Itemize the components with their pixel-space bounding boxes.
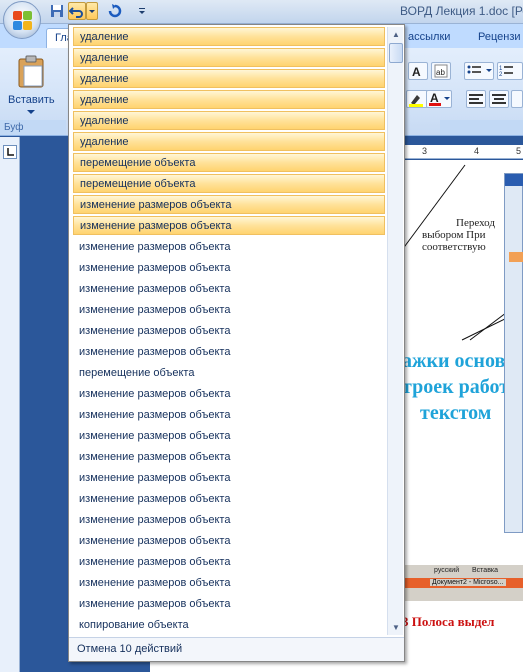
save-icon <box>51 5 63 17</box>
numbering-button[interactable]: 12 <box>497 62 523 80</box>
undo-button[interactable] <box>68 2 86 20</box>
scroll-thumb[interactable] <box>389 43 403 63</box>
window-title: ВОРД Лекция 1.doc [Реж <box>400 4 523 18</box>
ruler-number: 5 <box>516 146 522 156</box>
undo-history-item[interactable]: изменение размеров объекта <box>73 553 385 572</box>
tab-stop-icon <box>7 148 14 156</box>
undo-history-item[interactable]: изменение размеров объекта <box>73 406 385 425</box>
scroll-up-button[interactable]: ▲ <box>389 28 403 41</box>
align-left-button[interactable] <box>466 90 486 108</box>
clipboard-icon <box>18 55 44 88</box>
undo-history-item[interactable]: перемещение объекта <box>73 153 385 173</box>
undo-history-item[interactable]: изменение размеров объекта <box>73 238 385 257</box>
undo-history-item[interactable]: изменение размеров объекта <box>73 511 385 530</box>
svg-text:ab: ab <box>436 68 445 77</box>
doc-heading-line: ажки основ <box>402 350 506 372</box>
undo-history-item[interactable]: удаление <box>73 132 385 152</box>
embedded-screenshot-dialog <box>504 173 523 533</box>
undo-history-list: удаление удаление удаление удаление удаление… <box>71 27 386 659</box>
title-bar: ВОРД Лекция 1.doc [Реж <box>0 0 523 24</box>
undo-history-item[interactable]: изменение размеров объекта <box>73 595 385 614</box>
font-color-button[interactable]: A <box>426 90 452 108</box>
tab-mailings[interactable]: ассылки <box>400 28 458 48</box>
svg-text:A: A <box>430 91 439 105</box>
embedded-taskbar: русский Вставка Документ2 - Microso... <box>400 565 523 601</box>
vertical-ruler <box>0 137 20 672</box>
office-logo-icon <box>13 11 33 31</box>
change-case-button[interactable]: ab <box>431 62 451 80</box>
undo-history-item[interactable]: изменение размеров объекта <box>73 216 385 236</box>
align-center-icon <box>492 94 506 104</box>
chevron-down-icon <box>139 8 145 14</box>
undo-history-item[interactable]: изменение размеров объекта <box>73 469 385 488</box>
paragraph-group-caption <box>440 120 523 135</box>
align-left-icon <box>469 94 483 104</box>
undo-history-item[interactable]: перемещение объекта <box>73 364 385 383</box>
chevron-down-icon <box>89 10 95 13</box>
highlight-icon <box>409 95 423 107</box>
svg-text:2: 2 <box>499 72 503 78</box>
undo-list-scrollbar[interactable]: ▲ ▼ <box>387 27 403 635</box>
horizontal-ruler: 3 4 5 <box>400 145 523 159</box>
save-button[interactable] <box>48 2 66 20</box>
ruler-number: 3 <box>422 146 428 156</box>
doc-text-line: выбором При <box>422 229 486 241</box>
undo-history-item[interactable]: изменение размеров объекта <box>73 427 385 446</box>
taskbar-doc: Документ2 - Microso... <box>430 579 506 586</box>
taskbar-insert: Вставка <box>472 567 499 574</box>
undo-history-item[interactable]: изменение размеров объекта <box>73 343 385 362</box>
clipboard-group-caption: Буф <box>0 120 66 135</box>
undo-history-item[interactable]: удаление <box>73 90 385 110</box>
undo-history-item[interactable]: удаление <box>73 111 385 131</box>
undo-history-item[interactable]: изменение размеров объекта <box>73 574 385 593</box>
font-color-icon: A <box>429 91 450 106</box>
undo-count-footer: Отмена 10 действий <box>69 637 404 661</box>
bullets-icon <box>467 65 492 74</box>
doc-text-line: соответствую <box>422 241 486 253</box>
ruler-number: 4 <box>474 146 480 156</box>
undo-history-item[interactable]: изменение размеров объекта <box>73 448 385 467</box>
doc-text-line: Переход <box>456 217 495 229</box>
customize-toolbar-button[interactable] <box>136 2 148 20</box>
chevron-down-icon <box>27 110 35 114</box>
undo-dropdown-button[interactable] <box>86 2 98 20</box>
scroll-down-button[interactable]: ▼ <box>389 621 403 634</box>
undo-history-item[interactable]: изменение размеров объекта <box>73 301 385 320</box>
align-right-button[interactable] <box>511 90 523 108</box>
undo-history-item[interactable]: изменение размеров объекта <box>73 322 385 341</box>
highlight-button[interactable] <box>406 90 428 108</box>
doc-heading-line: текстом <box>420 402 492 424</box>
doc-heading-line: троек работ <box>402 376 510 398</box>
undo-history-dropdown: удаление удаление удаление удаление удаление… <box>68 24 405 662</box>
taskbar-lang: русский <box>434 567 460 574</box>
undo-history-item[interactable]: удаление <box>73 69 385 89</box>
undo-history-item[interactable]: удаление <box>73 48 385 68</box>
change-case-icon: ab <box>434 64 448 78</box>
office-button[interactable] <box>3 1 41 39</box>
undo-history-item[interactable]: перемещение объекта <box>73 174 385 194</box>
grow-font-button[interactable]: A <box>408 62 428 80</box>
bullets-button[interactable] <box>464 62 494 80</box>
undo-history-item[interactable]: изменение размеров объекта <box>73 385 385 404</box>
numbering-icon: 12 <box>499 66 513 78</box>
align-center-button[interactable] <box>489 90 509 108</box>
tab-selector-button[interactable] <box>3 145 17 159</box>
svg-text:A: A <box>412 65 421 79</box>
undo-history-item[interactable]: удаление <box>73 27 385 46</box>
undo-history-item[interactable]: изменение размеров объекта <box>73 490 385 509</box>
tab-review[interactable]: Рецензи <box>470 28 523 48</box>
undo-history-item[interactable]: изменение размеров объекта <box>73 259 385 278</box>
undo-history-item[interactable]: изменение размеров объекта <box>73 195 385 215</box>
undo-history-item[interactable]: изменение размеров объекта <box>73 280 385 299</box>
undo-history-item[interactable]: копирование объекта <box>73 616 385 635</box>
redo-icon <box>108 4 122 18</box>
paste-button[interactable]: Вставить <box>6 54 56 114</box>
paste-label: Вставить <box>8 94 55 106</box>
grow-font-icon: A <box>412 65 421 79</box>
undo-icon <box>68 7 83 18</box>
doc-caption: 3 Полоса выдел <box>402 614 495 629</box>
redo-button[interactable] <box>106 2 124 20</box>
undo-history-item[interactable]: изменение размеров объекта <box>73 532 385 551</box>
